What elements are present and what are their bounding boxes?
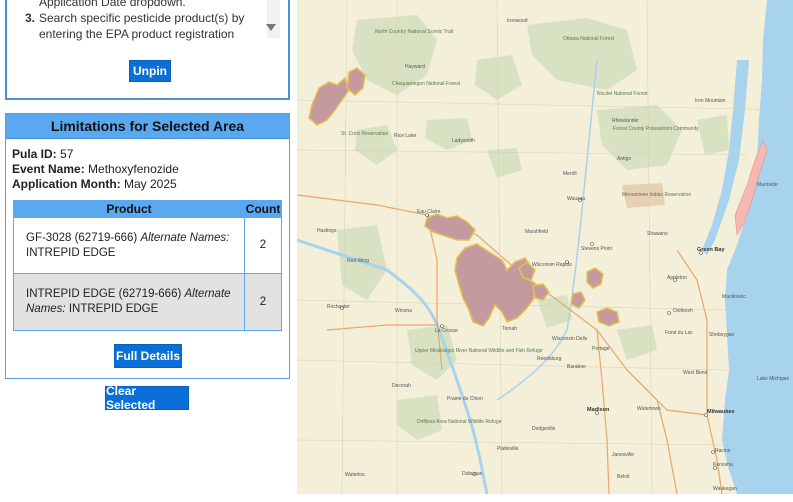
instruction-prev-line: Application Date dropdown. [39, 0, 186, 9]
unpin-button[interactable]: Unpin [129, 60, 171, 82]
map-label: Stevens Point [581, 246, 612, 252]
map-label: Nicolet National Forest [597, 91, 648, 97]
map-label: Waterloo [345, 472, 365, 478]
scroll-down-arrow-icon[interactable] [266, 24, 276, 31]
side-panel: Application Date dropdown. 3. Search spe… [0, 0, 297, 502]
application-month-row: Application Month: May 2025 [12, 177, 289, 192]
full-details-button[interactable]: Full Details [114, 344, 182, 368]
product-name: INTREPID EDGE (62719-666) [26, 288, 182, 300]
map-label: Hastings [317, 228, 337, 234]
map-label: Red Wing [347, 258, 369, 264]
map-label: Beloit [617, 474, 630, 480]
map-label: Waukegan [713, 486, 737, 492]
map-label: Oshkosh [673, 308, 693, 314]
alt-names-value: INTREPID EDGE [26, 246, 116, 259]
map-label: Racine [715, 448, 731, 454]
map-label: Antigo [617, 156, 631, 162]
count-cell: 2 [244, 273, 282, 331]
map-label: Iron Mountain [695, 98, 726, 104]
limitations-panel: Limitations for Selected Area Pula ID: 5… [5, 113, 290, 379]
instructions-panel[interactable]: Application Date dropdown. 3. Search spe… [5, 0, 290, 100]
map-label: St. Croix Reservation [341, 131, 388, 137]
map-label: La Crosse [435, 328, 458, 334]
map-label: Eau Claire [417, 209, 441, 215]
event-name-label: Event Name: [12, 162, 85, 176]
limitations-title: Limitations for Selected Area [6, 114, 289, 139]
map-label: West Bend [683, 370, 708, 376]
pula-id-label: Pula ID: [12, 147, 57, 161]
product-name: GF-3028 (62719-666) [26, 231, 138, 244]
map-label: Driftless Area National Wildlife Refuge [417, 419, 502, 425]
count-column-header[interactable]: Count [244, 200, 282, 218]
event-name-row: Event Name: Methoxyfenozide [12, 162, 289, 177]
map-label: Dodgeville [532, 426, 556, 432]
clear-selected-button[interactable]: Clear Selected [105, 384, 189, 412]
instruction-item-3: 3. Search specific pesticide product(s) … [25, 10, 265, 42]
application-month-label: Application Month: [12, 177, 121, 191]
product-cell: INTREPID EDGE (62719-666) Alternate Name… [13, 273, 245, 331]
instructions-scrollbar[interactable] [267, 0, 280, 38]
map-label: Chequamegon National Forest [392, 81, 461, 87]
instructions-list: Application Date dropdown. 3. Search spe… [25, 0, 265, 42]
map-label: Kenosha [713, 462, 733, 468]
pula-id-value: 57 [60, 147, 74, 161]
map-label: Prairie du Chien [447, 396, 483, 402]
product-cell: GF-3028 (62719-666) Alternate Names: INT… [13, 217, 245, 274]
map-label: Menominee Indian Reservation [622, 192, 691, 198]
map-label: Winona [395, 308, 412, 314]
map-label: Rhinelander [612, 118, 639, 124]
map-label: Green Bay [697, 247, 725, 253]
map-label: Ottawa National Forest [563, 36, 615, 42]
map-label: Tomah [502, 326, 517, 332]
map-label: Wausau [567, 196, 585, 202]
map-label: Appleton [667, 275, 687, 281]
count-cell: 2 [244, 217, 282, 274]
map-label: Baraboo [567, 364, 586, 370]
map-label: Dubuque [462, 471, 483, 477]
app-root: Application Date dropdown. 3. Search spe… [0, 0, 793, 502]
map-label: Lake Michigan [757, 376, 789, 382]
map-label: Madison [587, 407, 610, 413]
instruction-number: 3. [25, 11, 36, 25]
map-label: Portage [592, 346, 610, 352]
map-label: Decorah [392, 383, 411, 389]
product-table: Product Count GF-3028 (62719-666) Altern… [13, 200, 282, 331]
map-label: Fond du Lac [665, 330, 693, 336]
map-label: Merrill [563, 171, 577, 177]
table-row[interactable]: INTREPID EDGE (62719-666) Alternate Name… [13, 273, 282, 331]
product-table-header: Product Count [13, 200, 282, 218]
map-label: Reedsburg [537, 356, 562, 362]
map-label: Milwaukee [707, 409, 735, 415]
map-label: Wisconsin Dells [552, 336, 588, 342]
map-label: North Country National Scenic Trail [375, 29, 453, 35]
map-view[interactable]: Rochester La Crosse Eau Claire Wausau St… [297, 0, 793, 494]
map-label: Watertown [637, 406, 661, 412]
map-label: Shawano [647, 231, 668, 237]
table-row[interactable]: GF-3028 (62719-666) Alternate Names: INT… [13, 217, 282, 274]
map-label: Upper Mississippi River National Wildlif… [415, 348, 543, 354]
map-canvas[interactable]: Rochester La Crosse Eau Claire Wausau St… [297, 0, 793, 494]
map-label: Hayward [405, 64, 425, 70]
map-label: Manitowoc [722, 294, 746, 300]
map-label: Ironwood [507, 18, 528, 24]
map-label: Marshfield [525, 229, 548, 235]
map-label: Platteville [497, 446, 519, 452]
map-label: Janesville [612, 452, 634, 458]
alt-names-label: Alternate Names: [140, 231, 230, 244]
map-label: Rochester [327, 304, 350, 310]
instruction-text: Search specific pesticide product(s) by … [39, 11, 245, 41]
product-column-header[interactable]: Product [13, 200, 245, 218]
pula-id-row: Pula ID: 57 [12, 147, 289, 162]
map-label: Wisconsin Rapids [532, 262, 572, 268]
event-name-value: Methoxyfenozide [88, 162, 179, 176]
map-label: Sheboygan [709, 332, 735, 338]
map-label: Marinette [757, 182, 778, 188]
map-label: Ladysmith [452, 138, 475, 144]
alt-names-value: INTREPID EDGE [68, 303, 159, 315]
map-label: Rice Lake [394, 133, 416, 139]
application-month-value: May 2025 [124, 177, 177, 191]
pula-details: Pula ID: 57 Event Name: Methoxyfenozide … [6, 139, 289, 192]
map-label: Forest County Potawatomi Community [613, 126, 699, 132]
